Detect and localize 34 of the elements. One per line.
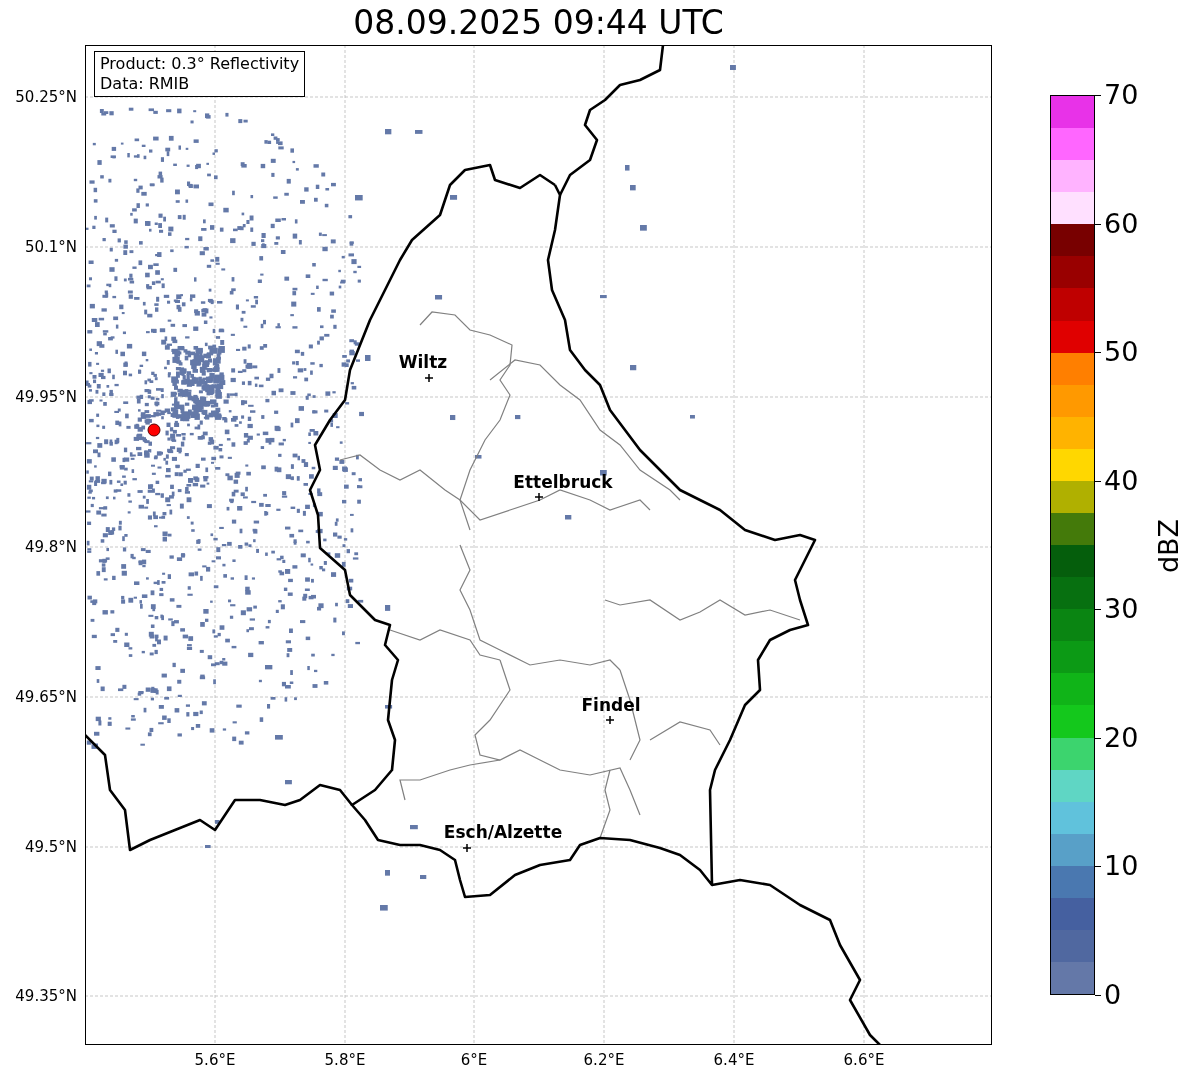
city-marker-icon xyxy=(424,373,434,383)
longitude-label: 6.2°E xyxy=(583,1051,625,1069)
city-label: Ettelbruck xyxy=(513,472,613,492)
city-marker-icon xyxy=(605,715,615,725)
scale-label: 50 xyxy=(1104,337,1139,368)
latitude-label: 50.25°N xyxy=(15,88,77,106)
scale-label: 20 xyxy=(1104,722,1139,753)
latitude-label: 49.95°N xyxy=(15,388,77,406)
longitude-label: 5.8°E xyxy=(324,1051,366,1069)
scale-label: 70 xyxy=(1104,80,1139,110)
latitude-label: 49.5°N xyxy=(24,838,77,856)
chart-title: 08.09.2025 09:44 UTC xyxy=(353,2,724,43)
scale-label: 40 xyxy=(1104,465,1139,496)
radar-site-icon xyxy=(147,423,161,437)
city-marker-icon xyxy=(534,492,544,502)
city-label: Esch/Alzette xyxy=(443,822,563,842)
scale-label: 60 xyxy=(1104,208,1139,239)
scale-label: 0 xyxy=(1104,980,1122,1010)
info-text: Data: RMIB xyxy=(100,74,191,94)
longitude-label: 6.4°E xyxy=(713,1051,755,1069)
latitude-label: 50.1°N xyxy=(24,238,77,256)
city-label: Findel xyxy=(581,695,641,715)
longitude-label: 5.6°E xyxy=(194,1051,236,1069)
latitude-label: 49.8°N xyxy=(24,538,77,556)
info-text: Product: 0.3° Reflectivity xyxy=(100,54,300,74)
longitude-label: 6.6°E xyxy=(843,1051,885,1069)
colorbar-title: dBZ xyxy=(1154,518,1184,574)
latitude-label: 49.65°N xyxy=(15,688,77,706)
city-label: Wiltz xyxy=(398,352,448,372)
scale-label: 30 xyxy=(1104,594,1139,625)
city-marker-icon xyxy=(462,843,472,853)
latitude-label: 49.35°N xyxy=(15,987,77,1005)
longitude-label: 6°E xyxy=(460,1051,488,1069)
scale-label: 10 xyxy=(1104,851,1139,882)
